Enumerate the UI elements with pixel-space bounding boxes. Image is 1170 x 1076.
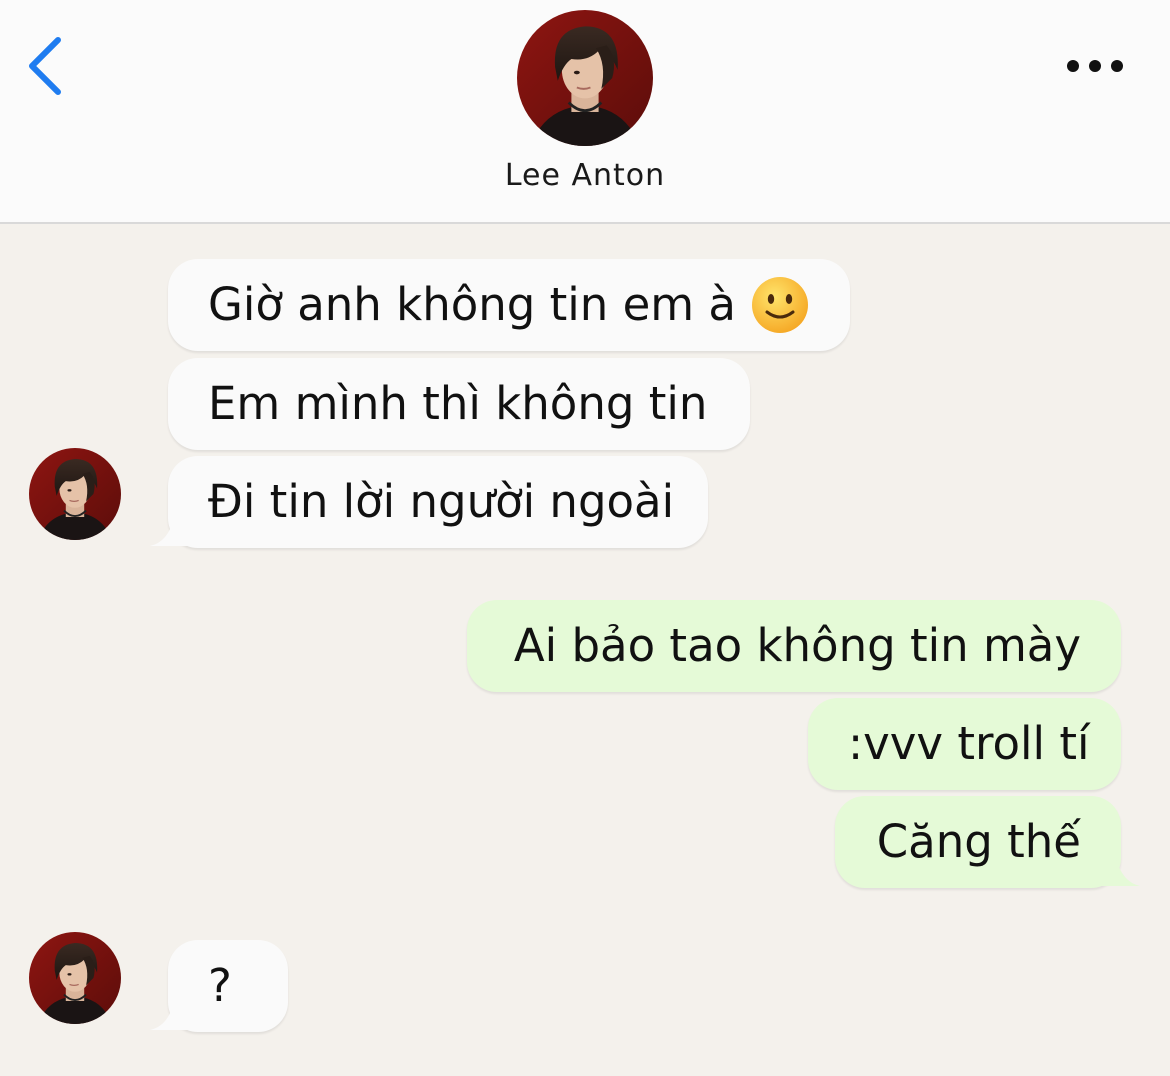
slightly-smiling-face-emoji — [752, 277, 809, 333]
bubble-tail — [150, 1002, 190, 1030]
outgoing-message[interactable]: Căng thế — [835, 796, 1121, 888]
message-text: Giờ anh không tin em à — [208, 278, 737, 331]
incoming-message[interactable]: Đi tin lời người ngoài — [168, 456, 708, 548]
message-text: Ai bảo tao không tin mày — [513, 619, 1081, 672]
message-text: :vvv troll tí — [848, 717, 1090, 770]
bubble-tail — [1100, 858, 1140, 886]
message-text: Căng thế — [876, 815, 1081, 868]
message-text: Em mình thì không tin — [208, 377, 708, 430]
back-button[interactable] — [24, 34, 74, 98]
incoming-message[interactable]: Giờ anh không tin em à — [168, 259, 850, 351]
sender-avatar[interactable] — [29, 932, 121, 1024]
ellipsis-icon — [1067, 60, 1123, 72]
sender-avatar[interactable] — [29, 448, 121, 540]
bubble-tail — [150, 518, 190, 546]
chevron-left-icon — [29, 37, 61, 95]
message-text: ? — [208, 959, 232, 1012]
message-text: Đi tin lời người ngoài — [208, 475, 675, 528]
chat-header: Lee Anton — [0, 0, 1170, 224]
more-options-button[interactable] — [1062, 50, 1128, 82]
outgoing-message[interactable]: Ai bảo tao không tin mày — [467, 600, 1121, 692]
contact-avatar[interactable] — [517, 10, 653, 146]
outgoing-message[interactable]: :vvv troll tí — [808, 698, 1121, 790]
contact-name[interactable]: Lee Anton — [0, 158, 1170, 193]
incoming-message[interactable]: Em mình thì không tin — [168, 358, 750, 450]
